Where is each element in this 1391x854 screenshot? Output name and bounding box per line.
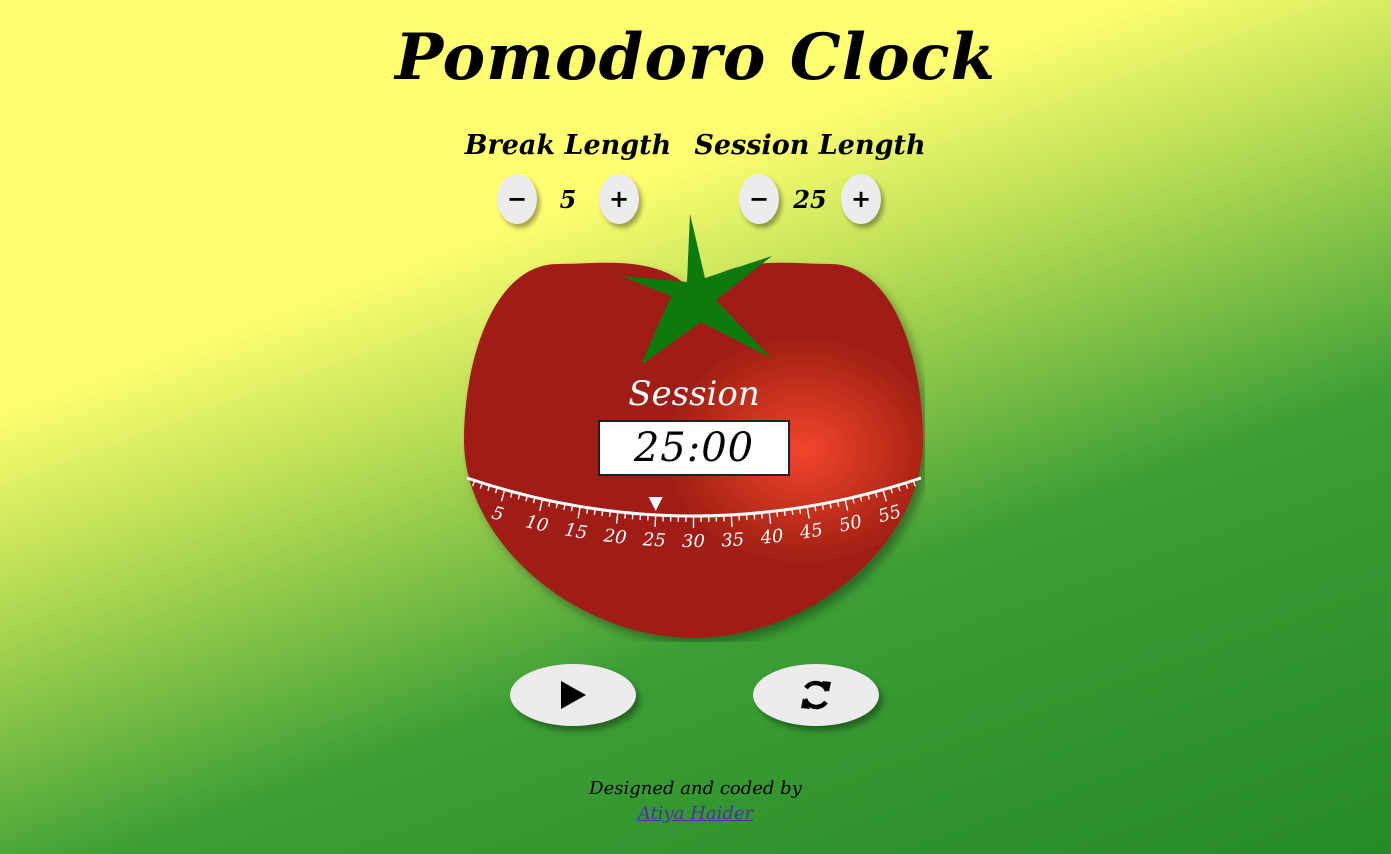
dial-tick: [631, 513, 634, 520]
author-link[interactable]: Atiya Haider: [638, 803, 753, 824]
dial-tick: [624, 512, 627, 519]
dial-label: 30: [682, 531, 705, 552]
play-button[interactable]: [510, 664, 636, 726]
session-length-control: Session Length − 25 +: [690, 126, 930, 224]
dial-label: 45: [797, 519, 824, 544]
break-length-value: 5: [559, 184, 577, 214]
dial-tick: [760, 512, 763, 519]
dial-tick: [730, 514, 733, 527]
dial-tick: [586, 507, 589, 514]
dial-tick: [654, 514, 657, 527]
dial-tick: [753, 513, 756, 520]
page-title: Pomodoro Clock: [395, 20, 996, 95]
dial-label: 15: [563, 519, 589, 544]
footer: Designed and coded by Atiya Haider: [0, 776, 1391, 826]
dial-label: 20: [602, 525, 628, 549]
footer-credit: Designed and coded by: [589, 778, 802, 799]
dial-label: 35: [721, 529, 745, 551]
time-display: 25:00: [598, 420, 790, 476]
break-length-control: Break Length − 5 +: [448, 126, 688, 224]
dial-tick: [798, 507, 802, 514]
dial-tick: [783, 509, 786, 516]
break-length-label: Break Length: [464, 130, 672, 161]
dial-label: 25: [641, 529, 666, 551]
dial-tick: [608, 510, 612, 517]
reset-button[interactable]: [753, 664, 879, 726]
dial-label: 40: [759, 525, 785, 549]
dial-tick: [601, 509, 604, 516]
dial-tick: [776, 510, 779, 517]
timer-mode-label: Session: [628, 374, 760, 414]
session-length-label: Session Length: [694, 130, 926, 161]
dial-tick: [593, 508, 596, 515]
refresh-icon: [801, 680, 831, 710]
play-icon: [561, 681, 586, 709]
dial-tick: [791, 508, 794, 515]
session-length-value: 25: [793, 184, 827, 214]
